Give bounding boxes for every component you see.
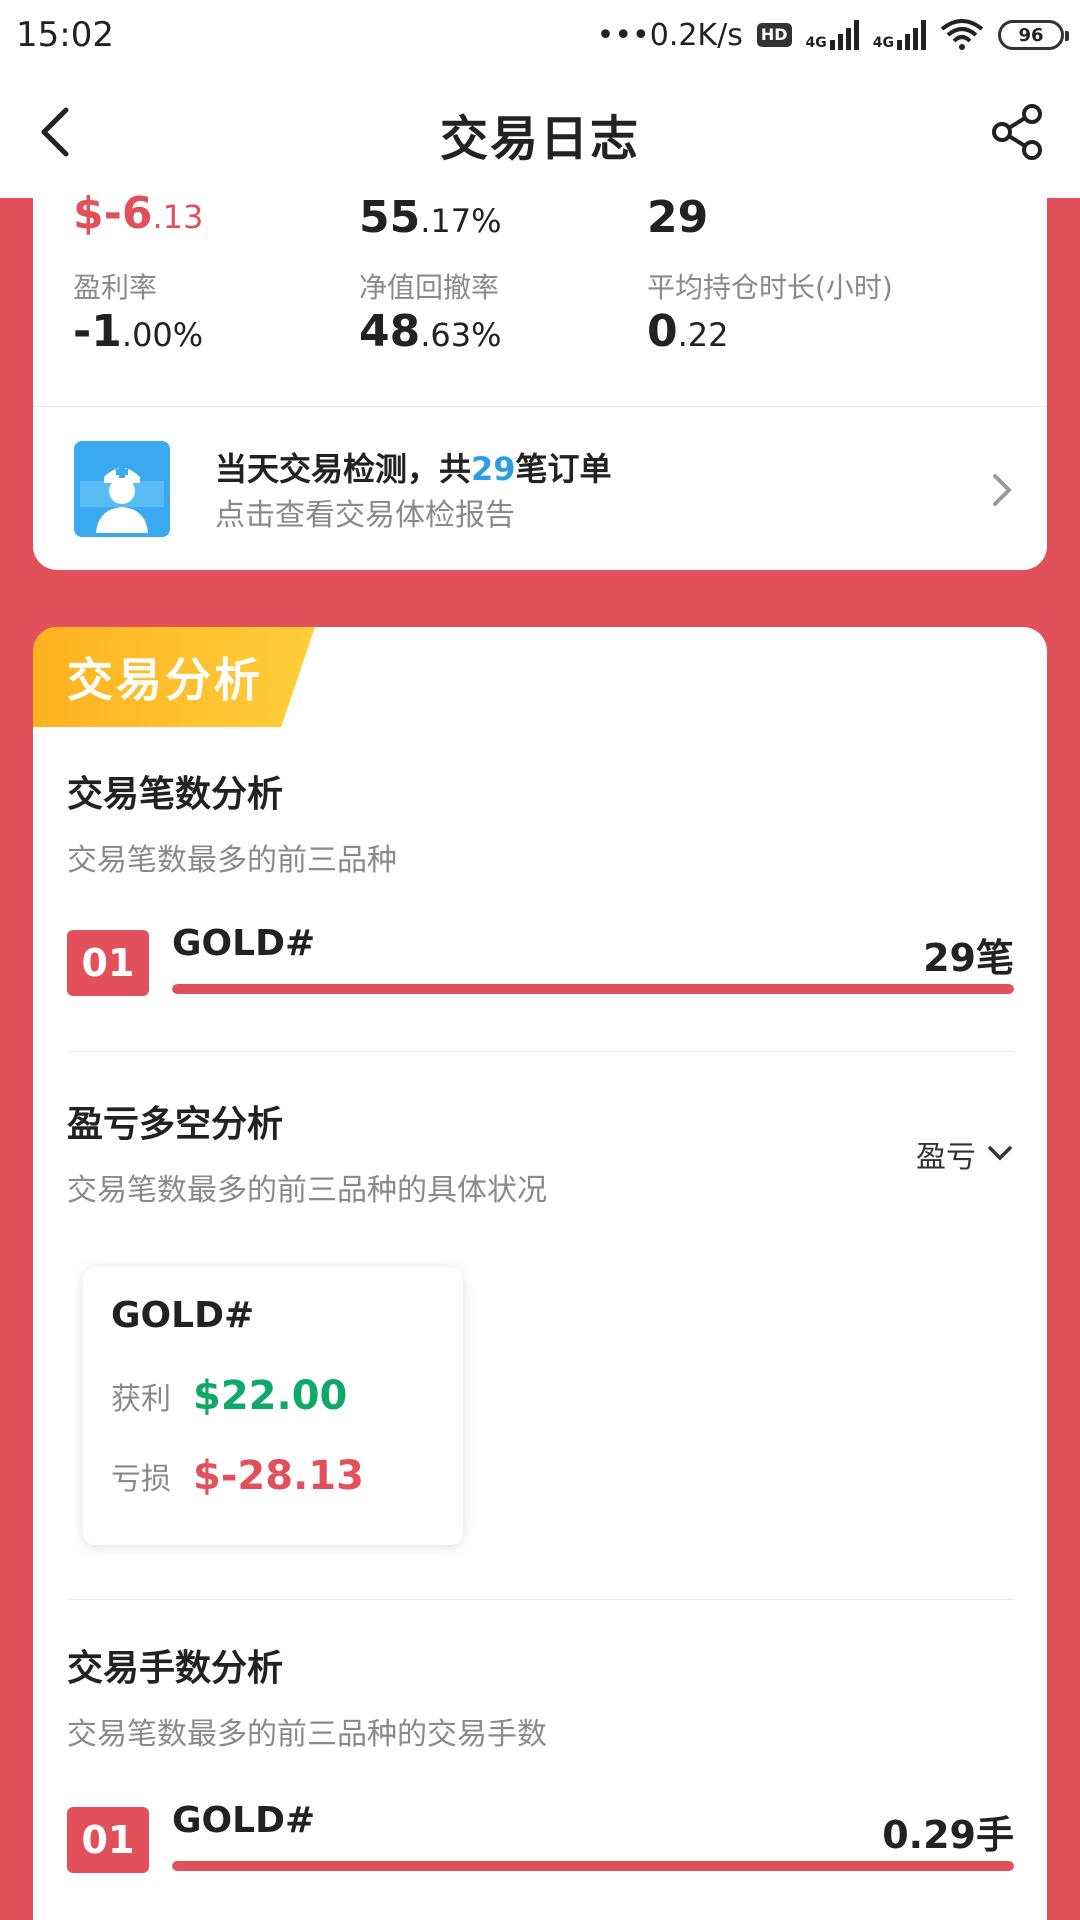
stat-profit-rate-label: 盈利率 [73, 271, 158, 304]
signal-icon: 4G [806, 20, 859, 50]
divider [33, 406, 1047, 407]
count-value: 29笔 [923, 936, 1014, 980]
share-icon[interactable] [986, 100, 1050, 164]
nav-bar: 交易日志 [0, 70, 1080, 198]
pl-dropdown-label: 盈亏 [916, 1140, 976, 1175]
rank-badge: 01 [67, 1807, 149, 1873]
doctor-icon [74, 441, 170, 537]
signal-icon-2: 4G [873, 20, 926, 50]
symbol-label: GOLD# [172, 923, 316, 964]
stat-hold-time: 平均持仓时长(小时) 0.22 [647, 266, 893, 357]
lots-section-title: 交易手数分析 [67, 1648, 284, 1689]
stat-hold-time-value: 0.22 [647, 306, 729, 357]
stat-drawdown-value: 48.63% [359, 306, 502, 357]
pl-loss-row: 亏损 $-28.13 [111, 1453, 364, 1499]
ribbon-label: 交易分析 [67, 653, 263, 707]
count-section-subtitle: 交易笔数最多的前三品种 [67, 843, 397, 878]
analysis-ribbon: 交易分析 [33, 627, 315, 727]
status-icons: •••0.2K/s HD 4G 4G 96 [596, 17, 1069, 53]
rank-badge: 01 [67, 930, 149, 996]
status-time: 15:02 [16, 15, 114, 55]
wifi-icon [940, 19, 984, 50]
pl-section-title: 盈亏多空分析 [67, 1104, 284, 1145]
lots-bar-fill [172, 1861, 1014, 1871]
status-bar: 15:02 •••0.2K/s HD 4G 4G 96 [0, 0, 1080, 70]
check-title: 当天交易检测，共29笔订单 [215, 450, 612, 488]
lots-bar [172, 1861, 1014, 1871]
net-type-1: 4G [805, 35, 827, 51]
stat-drawdown: 净值回撤率 48.63% [359, 266, 502, 357]
symbol-label: GOLD# [172, 1800, 316, 1841]
loss-label: 亏损 [111, 1462, 171, 1497]
stat-count: 29 [647, 192, 708, 243]
back-icon[interactable] [24, 100, 88, 164]
pl-symbol: GOLD# [111, 1295, 255, 1336]
count-section-title: 交易笔数分析 [67, 774, 284, 815]
stat-win-rate-value: 55.17% [359, 192, 502, 243]
profit-value: $22.00 [193, 1373, 348, 1419]
loss-value: $-28.13 [193, 1453, 364, 1499]
stat-profit: $-6.13 [73, 188, 203, 239]
stat-drawdown-label: 净值回撤率 [359, 271, 500, 304]
lots-value: 0.29手 [882, 1813, 1014, 1857]
pl-symbol-card: GOLD# 获利 $22.00 亏损 $-28.13 [83, 1267, 463, 1545]
analysis-card: 交易分析 交易笔数分析 交易笔数最多的前三品种 01 GOLD# 29笔 盈亏多… [33, 627, 1047, 1920]
stat-profit-value: $-6.13 [73, 188, 204, 239]
page-title: 交易日志 [439, 111, 640, 167]
lots-section-subtitle: 交易笔数最多的前三品种的交易手数 [67, 1717, 547, 1752]
stat-win-rate: 55.17% [359, 192, 502, 243]
pl-dropdown[interactable]: 盈亏 [916, 1132, 1014, 1176]
divider [67, 1599, 1014, 1600]
stat-profit-rate: 盈利率 -1.00% [73, 266, 203, 357]
stat-count-value: 29 [647, 192, 709, 243]
divider [67, 1051, 1014, 1052]
net-type-2: 4G [872, 35, 894, 51]
pl-profit-row: 获利 $22.00 [111, 1373, 347, 1419]
chevron-down-icon [988, 1146, 1012, 1161]
net-speed: •••0.2K/s [596, 17, 743, 53]
battery-icon: 96 [998, 20, 1069, 50]
hd-icon: HD [756, 23, 792, 47]
pl-section-subtitle: 交易笔数最多的前三品种的具体状况 [67, 1173, 547, 1208]
check-subtitle: 点击查看交易体检报告 [215, 498, 515, 533]
stat-profit-rate-value: -1.00% [73, 306, 204, 357]
chevron-right-icon[interactable] [987, 470, 1017, 510]
count-bar-fill [172, 984, 1014, 994]
count-bar [172, 984, 1014, 994]
stat-hold-time-label: 平均持仓时长(小时) [647, 271, 893, 304]
profit-label: 获利 [111, 1382, 171, 1417]
summary-card: $-6.13 55.17% 29 盈利率 -1.00% 净值回撤率 48.63%… [33, 188, 1047, 570]
